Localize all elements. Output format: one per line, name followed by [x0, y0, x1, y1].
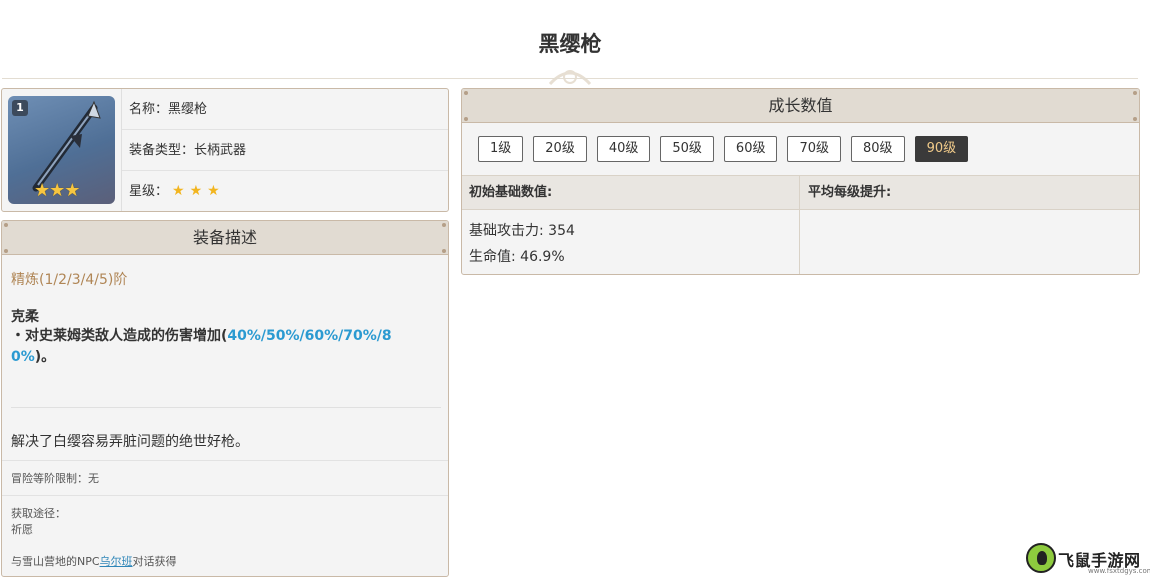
corner-ornament	[1133, 117, 1137, 121]
weapon-image: 1 ★★★	[8, 96, 115, 204]
source-wish: 祈愿	[11, 523, 33, 536]
passive-prefix: ・对史莱姆类敌人造成的伤害增加(	[11, 328, 228, 344]
passive-description: ・对史莱姆类敌人造成的伤害增加(40%/50%/60%/70%/80%)。	[11, 326, 421, 368]
divider	[11, 407, 441, 408]
weapon-rarity: 星级： ★★★	[122, 171, 448, 211]
passive-suffix: )。	[34, 349, 56, 365]
per-level-heading: 平均每级提升:	[808, 185, 892, 200]
rarity-label: 星级：	[129, 184, 169, 199]
corner-ornament	[1133, 91, 1137, 95]
level-button-50[interactable]: 50级	[660, 136, 714, 162]
corner-ornament	[464, 117, 468, 121]
watermark-url: www.fsxtdgys.com	[1088, 567, 1150, 575]
level-button-40[interactable]: 40级	[596, 136, 651, 162]
level-selector: 1级 20级 40级 50级 60级 70级 80级 90级	[478, 136, 969, 162]
passive-name: 克柔	[11, 309, 39, 325]
npc-link[interactable]: 乌尔班	[100, 555, 133, 568]
source-npc-suffix: 对话获得	[132, 555, 177, 568]
rarity-stars: ★★★	[172, 183, 225, 199]
initial-stats-heading: 初始基础数值:	[469, 185, 553, 200]
refine-badge: 1	[12, 100, 28, 116]
weapon-type: 装备类型：长柄武器	[122, 130, 448, 171]
weapon-info-card: 1 ★★★ 名称：黑缨枪 装备类型：长柄武器 星级： ★★★	[1, 88, 449, 212]
level-button-90[interactable]: 90级	[914, 136, 969, 162]
level-button-80[interactable]: 80级	[851, 136, 905, 162]
corner-ornament	[464, 91, 468, 95]
level-button-20[interactable]: 20级	[533, 136, 587, 162]
thumb-rarity-stars: ★★★	[34, 180, 80, 201]
description-header: 装备描述	[2, 221, 448, 255]
growth-header: 成长数值	[462, 89, 1139, 123]
column-divider	[799, 175, 800, 274]
level-button-1[interactable]: 1级	[478, 136, 524, 162]
mouse-logo-icon	[1026, 543, 1056, 573]
source-label: 获取途径：	[11, 507, 66, 520]
corner-ornament	[4, 249, 8, 253]
source-npc: 与雪山营地的NPC乌尔班对话获得	[11, 554, 448, 570]
level-button-60[interactable]: 60级	[723, 136, 778, 162]
description-card: 装备描述 精炼(1/2/3/4/5)阶 克柔 ・对史莱姆类敌人造成的伤害增加(4…	[1, 220, 449, 577]
title-divider	[2, 78, 1138, 79]
corner-ornament	[442, 223, 446, 227]
corner-ornament	[442, 249, 446, 253]
level-button-70[interactable]: 70级	[787, 136, 842, 162]
page-title: 黑缨枪	[538, 32, 602, 56]
source-section: 获取途径： 祈愿 与雪山营地的NPC乌尔班对话获得	[2, 495, 448, 576]
growth-stats-card: 成长数值 1级 20级 40级 50级 60级 70级 80级 90级 初始基础数值: 平均每…	[461, 88, 1140, 275]
hp-stat: 生命值: 46.9%	[469, 249, 565, 265]
title-ornament-icon	[548, 70, 592, 86]
flavor-text: 解决了白缨容易弄脏问题的绝世好枪。	[11, 434, 249, 450]
refinement-label: 精炼(1/2/3/4/5)阶	[11, 272, 128, 288]
source-npc-prefix: 与雪山营地的NPC	[11, 555, 100, 568]
site-watermark: 飞鼠手游网 www.fsxtdgys.com	[1026, 543, 1150, 580]
weapon-name: 名称：黑缨枪	[122, 89, 448, 130]
base-attack-stat: 基础攻击力: 354	[469, 223, 575, 239]
adventure-rank-limit: 冒险等阶限制：无	[2, 460, 448, 495]
corner-ornament	[4, 223, 8, 227]
stats-table-header: 初始基础数值: 平均每级提升:	[462, 175, 1139, 210]
